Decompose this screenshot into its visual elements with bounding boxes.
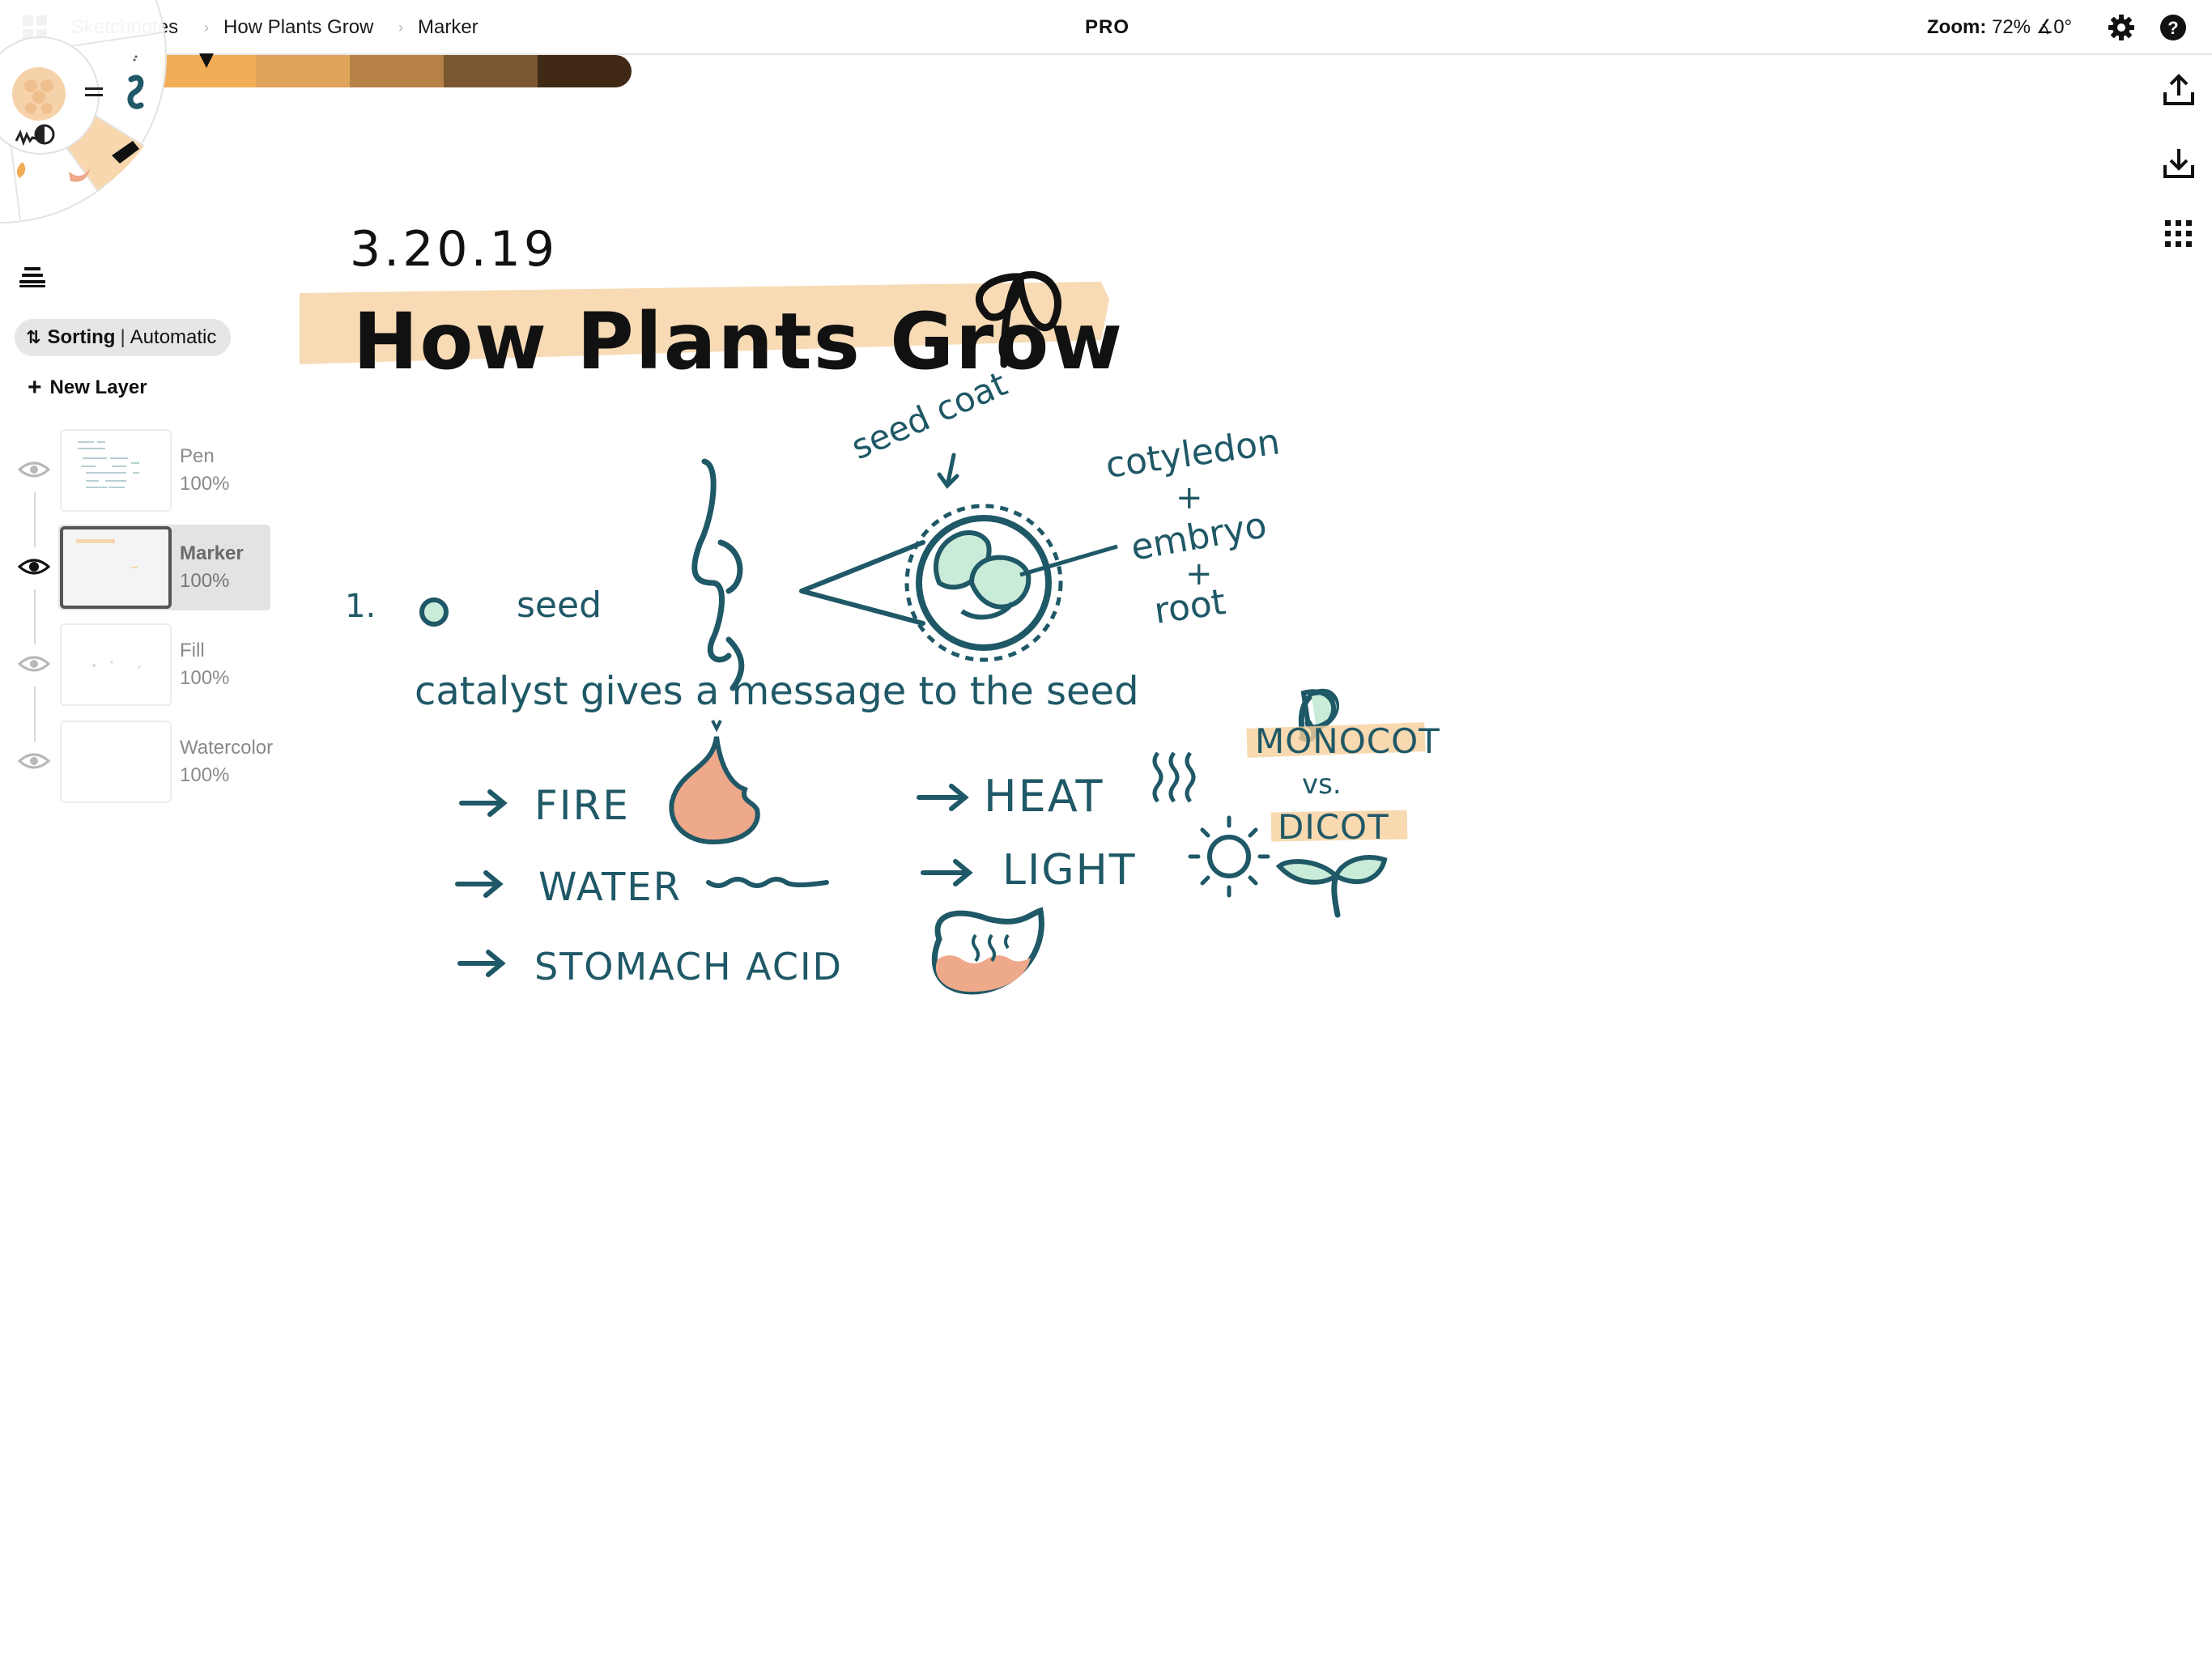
layer-name: Watercolor <box>180 737 274 759</box>
new-layer-label: New Layer <box>49 376 147 398</box>
layer-name: Marker <box>180 542 244 564</box>
seed-coat-arrow <box>937 453 959 489</box>
color-swatch[interactable] <box>444 55 538 87</box>
seed-label: seed <box>517 585 602 626</box>
layer-name: Fill <box>180 640 205 661</box>
zoom-label: Zoom: <box>1927 16 1987 38</box>
pro-badge[interactable]: PRO <box>1085 16 1129 39</box>
layer-row-fill[interactable]: Fill 100% <box>0 622 275 708</box>
drawing-canvas[interactable]: 3.20.19 How Plants Grow seed coat cotyle… <box>291 202 1555 1012</box>
breadcrumb-document[interactable]: How Plants Grow <box>223 16 373 39</box>
monocot-label: MONOCOT <box>1255 721 1440 761</box>
zoom-indicator[interactable]: Zoom: 72% ∡0° <box>1927 16 2072 39</box>
layer-opacity: 100% <box>180 570 230 592</box>
color-swatch[interactable] <box>538 55 632 87</box>
layer-opacity: 100% <box>180 764 230 786</box>
breadcrumb-separator: › <box>398 19 403 36</box>
layer-thumbnail <box>60 623 172 706</box>
zoom-value: 72% ∡0° <box>1991 16 2073 38</box>
sorting-divider: | <box>120 326 125 348</box>
top-bar: Sketchnotes › How Plants Grow › Marker P… <box>0 0 2212 55</box>
water-doodle <box>706 877 829 888</box>
sort-arrows-icon: ⇅ <box>26 327 41 347</box>
eye-icon[interactable] <box>18 458 50 481</box>
color-swatch[interactable] <box>256 55 350 87</box>
date-label: 3.20.19 <box>350 221 558 278</box>
cotyledon-label: cotyledon <box>1103 421 1282 487</box>
layer-thumbnail <box>60 526 172 609</box>
layers-icon[interactable] <box>19 266 45 288</box>
layer-row-pen[interactable]: Pen 100% <box>0 427 275 513</box>
layer-opacity: 100% <box>180 473 230 495</box>
color-palette-strip <box>162 55 632 87</box>
help-icon[interactable]: ? <box>2159 13 2188 42</box>
trigger-stomach-acid: STOMACH ACID <box>534 945 843 988</box>
layer-name: Pen <box>180 445 215 467</box>
vs-label: vs. <box>1302 768 1342 801</box>
eye-icon[interactable] <box>18 555 50 578</box>
breadcrumb-layer[interactable]: Marker <box>418 16 479 39</box>
sorting-value: Automatic <box>130 326 217 348</box>
catalyst-text: catalyst gives a message to the seed <box>415 669 1139 714</box>
layer-thumbnail <box>60 429 172 512</box>
trigger-heat: HEAT <box>984 771 1104 822</box>
layer-row-watercolor[interactable]: Watercolor 100% <box>0 719 275 805</box>
layer-thumbnail <box>60 721 172 803</box>
export-icon[interactable] <box>2162 73 2196 107</box>
trigger-fire: FIRE <box>534 782 630 829</box>
dicot-label: DICOT <box>1278 807 1389 847</box>
trigger-light: LIGHT <box>1002 846 1136 895</box>
sorting-label: Sorting <box>47 326 116 348</box>
trigger-water: WATER <box>538 865 682 910</box>
color-swatch[interactable] <box>350 55 444 87</box>
stem-doodle <box>691 458 745 691</box>
eye-icon[interactable] <box>18 750 50 772</box>
plus-sign: + <box>1176 479 1203 517</box>
eye-icon[interactable] <box>18 653 50 675</box>
heat-doodle <box>1152 751 1196 803</box>
gear-icon[interactable] <box>2107 13 2136 42</box>
brush-swatch-icon[interactable] <box>12 67 66 121</box>
sorting-toggle[interactable]: ⇅ Sorting | Automatic <box>15 319 232 356</box>
dicot-sprout-doodle <box>1275 855 1388 918</box>
svg-text:?: ? <box>2167 18 2178 38</box>
sun-doodle <box>1188 815 1270 898</box>
active-color-marker <box>199 53 214 68</box>
layer-opacity: 100% <box>180 667 230 689</box>
new-layer-button[interactable]: + New Layer <box>28 374 147 401</box>
root-label: root <box>1151 581 1227 632</box>
grid-dots-icon[interactable] <box>2162 217 2196 251</box>
breadcrumb-separator: › <box>204 19 209 36</box>
tool-wheel[interactable] <box>0 0 178 227</box>
step-number: 1. <box>345 588 376 625</box>
import-icon[interactable] <box>2162 146 2196 180</box>
seed-dot <box>419 597 449 627</box>
fire-doodle <box>669 736 760 845</box>
layer-row-marker[interactable]: Marker 100% <box>0 525 275 610</box>
plus-icon: + <box>28 374 42 401</box>
